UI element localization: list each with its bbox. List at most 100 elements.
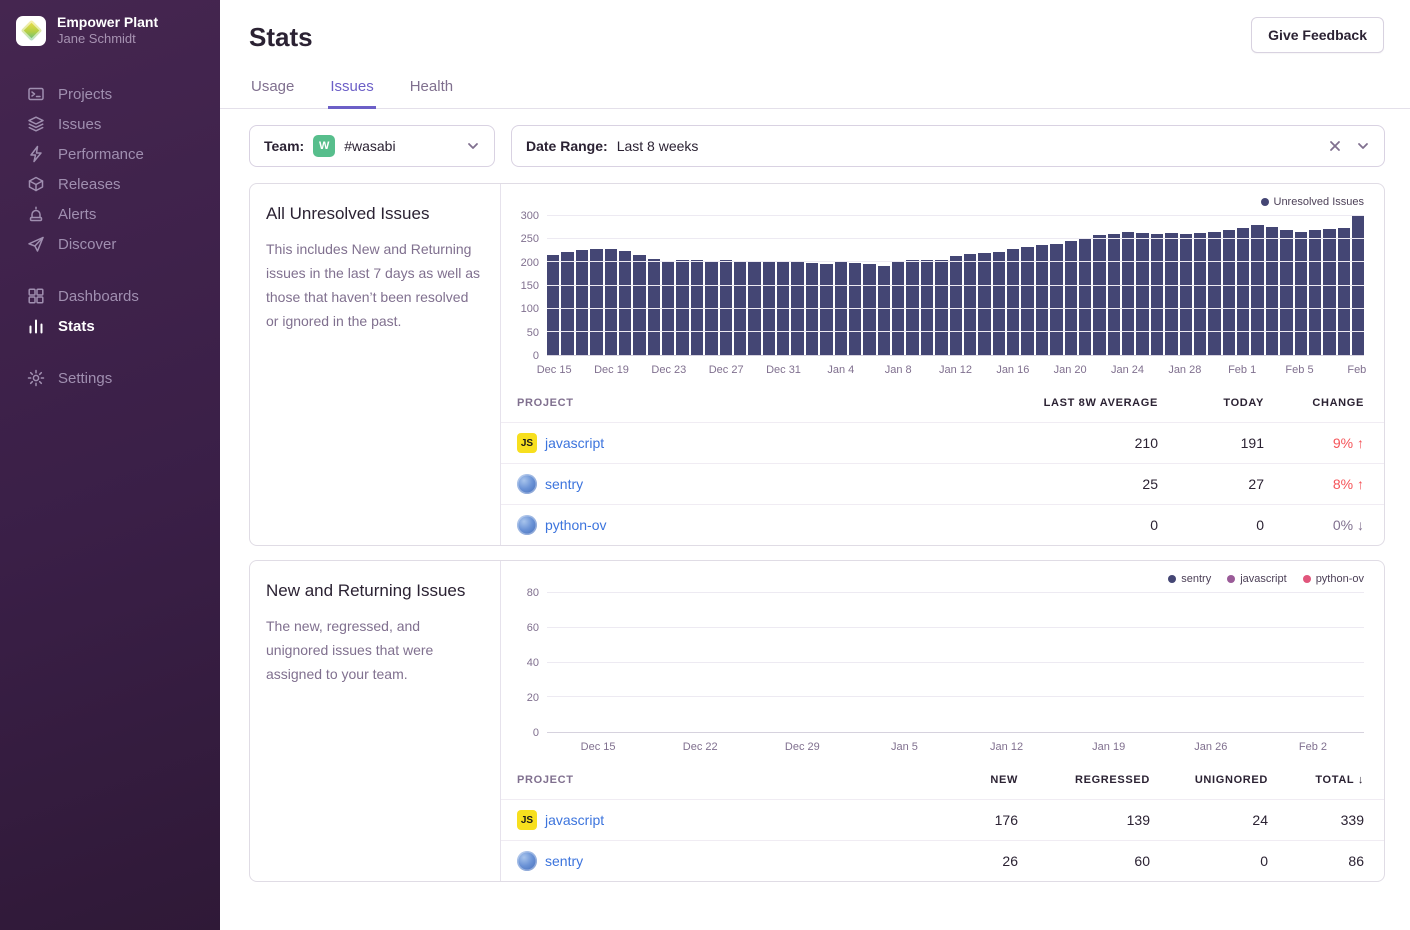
plot-area (547, 216, 1364, 356)
generic-platform-icon (517, 851, 537, 871)
releases-icon (27, 175, 45, 193)
trend-up-icon: ↑ (1357, 435, 1364, 451)
sidebar-item-label: Dashboards (58, 288, 139, 305)
table-row: JS javascript 176 139 24 339 (501, 799, 1384, 840)
team-select[interactable]: Team: W #wasabi (249, 125, 495, 167)
total-value: 339 (1268, 812, 1364, 828)
org-switcher[interactable]: Empower Plant Jane Schmidt (0, 0, 220, 57)
col-header-total[interactable]: TOTAL ↓ (1268, 774, 1364, 786)
unresolved-card-info: All Unresolved Issues This includes New … (250, 184, 501, 545)
sidebar-item-releases[interactable]: Releases (0, 169, 220, 199)
project-link[interactable]: javascript (545, 435, 604, 451)
page-title: Stats (249, 22, 1384, 53)
legend-label: sentry (1181, 573, 1211, 585)
sidebar-item-performance[interactable]: Performance (0, 139, 220, 169)
sidebar-item-label: Settings (58, 370, 112, 387)
avg-value: 0 (988, 517, 1158, 533)
settings-icon (27, 369, 45, 387)
team-label: Team: (264, 138, 304, 154)
col-header-today[interactable]: TODAY (1158, 397, 1264, 409)
col-header-regressed[interactable]: REGRESSED (1018, 774, 1150, 786)
col-header-change[interactable]: CHANGE (1264, 397, 1364, 409)
sidebar-item-alerts[interactable]: Alerts (0, 199, 220, 229)
date-range-value: Last 8 weeks (617, 138, 699, 154)
sidebar-item-dashboards[interactable]: Dashboards (0, 281, 220, 311)
sidebar-item-projects[interactable]: Projects (0, 79, 220, 109)
new-returning-issues-card: New and Returning Issues The new, regres… (249, 560, 1385, 882)
col-header-project[interactable]: PROJECT (517, 774, 908, 786)
javascript-platform-icon: JS (517, 433, 537, 453)
stats-icon (27, 317, 45, 335)
legend-item[interactable]: Unresolved Issues (1261, 196, 1365, 208)
issues-icon (27, 115, 45, 133)
sidebar: Empower Plant Jane Schmidt Projects Issu… (0, 0, 220, 930)
card-description: The new, regressed, and unignored issues… (266, 614, 484, 686)
project-link[interactable]: sentry (545, 853, 583, 869)
regressed-value: 139 (1018, 812, 1150, 828)
main-content: Stats Give Feedback Usage Issues Health … (220, 0, 1410, 930)
x-axis: Dec 15Dec 22Dec 29Jan 5Jan 12Jan 19Jan 2… (547, 733, 1364, 757)
table-row: python-ov 0 0 0% ↓ (501, 504, 1384, 545)
chevron-down-icon (466, 139, 480, 153)
avg-value: 25 (988, 476, 1158, 492)
unresolved-issues-card: All Unresolved Issues This includes New … (249, 183, 1385, 546)
col-header-new[interactable]: NEW (908, 774, 1018, 786)
legend-dot (1227, 575, 1235, 583)
unresolved-table: PROJECT LAST 8W AVERAGE TODAY CHANGE JS … (501, 384, 1384, 545)
col-header-average[interactable]: LAST 8W AVERAGE (988, 397, 1158, 409)
y-axis: 050100150200250300 (513, 216, 547, 356)
table-row: JS javascript 210 191 9% ↑ (501, 422, 1384, 463)
tab-issues[interactable]: Issues (328, 69, 375, 109)
table-header-row: PROJECT LAST 8W AVERAGE TODAY CHANGE (501, 384, 1384, 422)
chevron-down-icon (1356, 139, 1370, 153)
legend-label: python-ov (1316, 573, 1364, 585)
card-description: This includes New and Returning issues i… (266, 237, 484, 333)
new-value: 26 (908, 853, 1018, 869)
legend-label: Unresolved Issues (1274, 196, 1365, 208)
give-feedback-button[interactable]: Give Feedback (1251, 17, 1384, 53)
chart-legend: Unresolved Issues (513, 196, 1364, 208)
trend-up-icon: ↑ (1357, 476, 1364, 492)
clear-icon[interactable] (1328, 139, 1342, 153)
tab-health[interactable]: Health (408, 69, 455, 109)
sidebar-item-discover[interactable]: Discover (0, 229, 220, 259)
change-value: 9% ↑ (1264, 435, 1364, 451)
col-header-unignored[interactable]: UNIGNORED (1150, 774, 1268, 786)
unignored-value: 24 (1150, 812, 1268, 828)
project-link[interactable]: python-ov (545, 517, 606, 533)
dashboards-icon (27, 287, 45, 305)
sidebar-item-settings[interactable]: Settings (0, 363, 220, 393)
unresolved-chart: Unresolved Issues 050100150200250300 Dec… (501, 184, 1384, 384)
legend-item[interactable]: javascript (1227, 573, 1286, 585)
project-link[interactable]: sentry (545, 476, 583, 492)
sidebar-item-label: Issues (58, 116, 101, 133)
alerts-icon (27, 205, 45, 223)
sidebar-item-issues[interactable]: Issues (0, 109, 220, 139)
tab-usage[interactable]: Usage (249, 69, 296, 109)
today-value: 0 (1158, 517, 1264, 533)
legend-dot (1303, 575, 1311, 583)
performance-icon (27, 145, 45, 163)
table-row: sentry 26 60 0 86 (501, 840, 1384, 881)
change-value: 8% ↑ (1264, 476, 1364, 492)
stats-tabs: Usage Issues Health (220, 69, 1410, 109)
legend-dot (1168, 575, 1176, 583)
sidebar-item-stats[interactable]: Stats (0, 311, 220, 341)
chart-legend: sentry javascript python-ov (513, 573, 1364, 585)
project-link[interactable]: javascript (545, 812, 604, 828)
page-header: Stats Give Feedback Usage Issues Health (220, 0, 1410, 109)
legend-item[interactable]: python-ov (1303, 573, 1364, 585)
org-logo-icon (16, 16, 46, 46)
plot-area (547, 593, 1364, 733)
avg-value: 210 (988, 435, 1158, 451)
col-header-project[interactable]: PROJECT (517, 397, 988, 409)
new-returning-table: PROJECT NEW REGRESSED UNIGNORED TOTAL ↓ … (501, 761, 1384, 881)
new-returning-chart: sentry javascript python-ov 020406080 (501, 561, 1384, 761)
sort-desc-icon: ↓ (1358, 774, 1364, 786)
sidebar-item-label: Alerts (58, 206, 96, 223)
total-value: 86 (1268, 853, 1364, 869)
date-range-select[interactable]: Date Range: Last 8 weeks (511, 125, 1385, 167)
legend-item[interactable]: sentry (1168, 573, 1211, 585)
javascript-platform-icon: JS (517, 810, 537, 830)
filter-row: Team: W #wasabi Date Range: Last 8 weeks (249, 125, 1385, 167)
